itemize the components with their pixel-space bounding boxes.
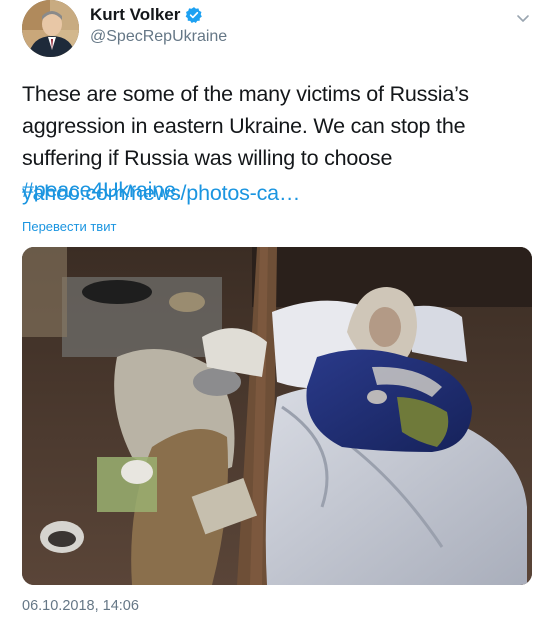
tweet-timestamp[interactable]: 06.10.2018, 14:06 (22, 598, 139, 614)
tweet-text-main: These are some of the many victims of Ru… (22, 82, 469, 170)
display-name-row: Kurt Volker (90, 4, 227, 26)
tweet: Kurt Volker @SpecRepUkraine These are so… (0, 0, 550, 621)
avatar[interactable] (22, 0, 79, 57)
chevron-down-icon[interactable] (515, 10, 531, 26)
tweet-header: Kurt Volker @SpecRepUkraine (22, 0, 537, 58)
tweet-photo[interactable] (22, 247, 532, 585)
verified-badge-icon (185, 6, 203, 24)
article-link[interactable]: yahoo.com/news/photos-ca… (22, 181, 300, 206)
author-names: Kurt Volker @SpecRepUkraine (90, 4, 227, 46)
translate-tweet-button[interactable]: Перевести твит (22, 219, 116, 234)
handle[interactable]: @SpecRepUkraine (90, 28, 227, 46)
display-name[interactable]: Kurt Volker (90, 5, 180, 25)
